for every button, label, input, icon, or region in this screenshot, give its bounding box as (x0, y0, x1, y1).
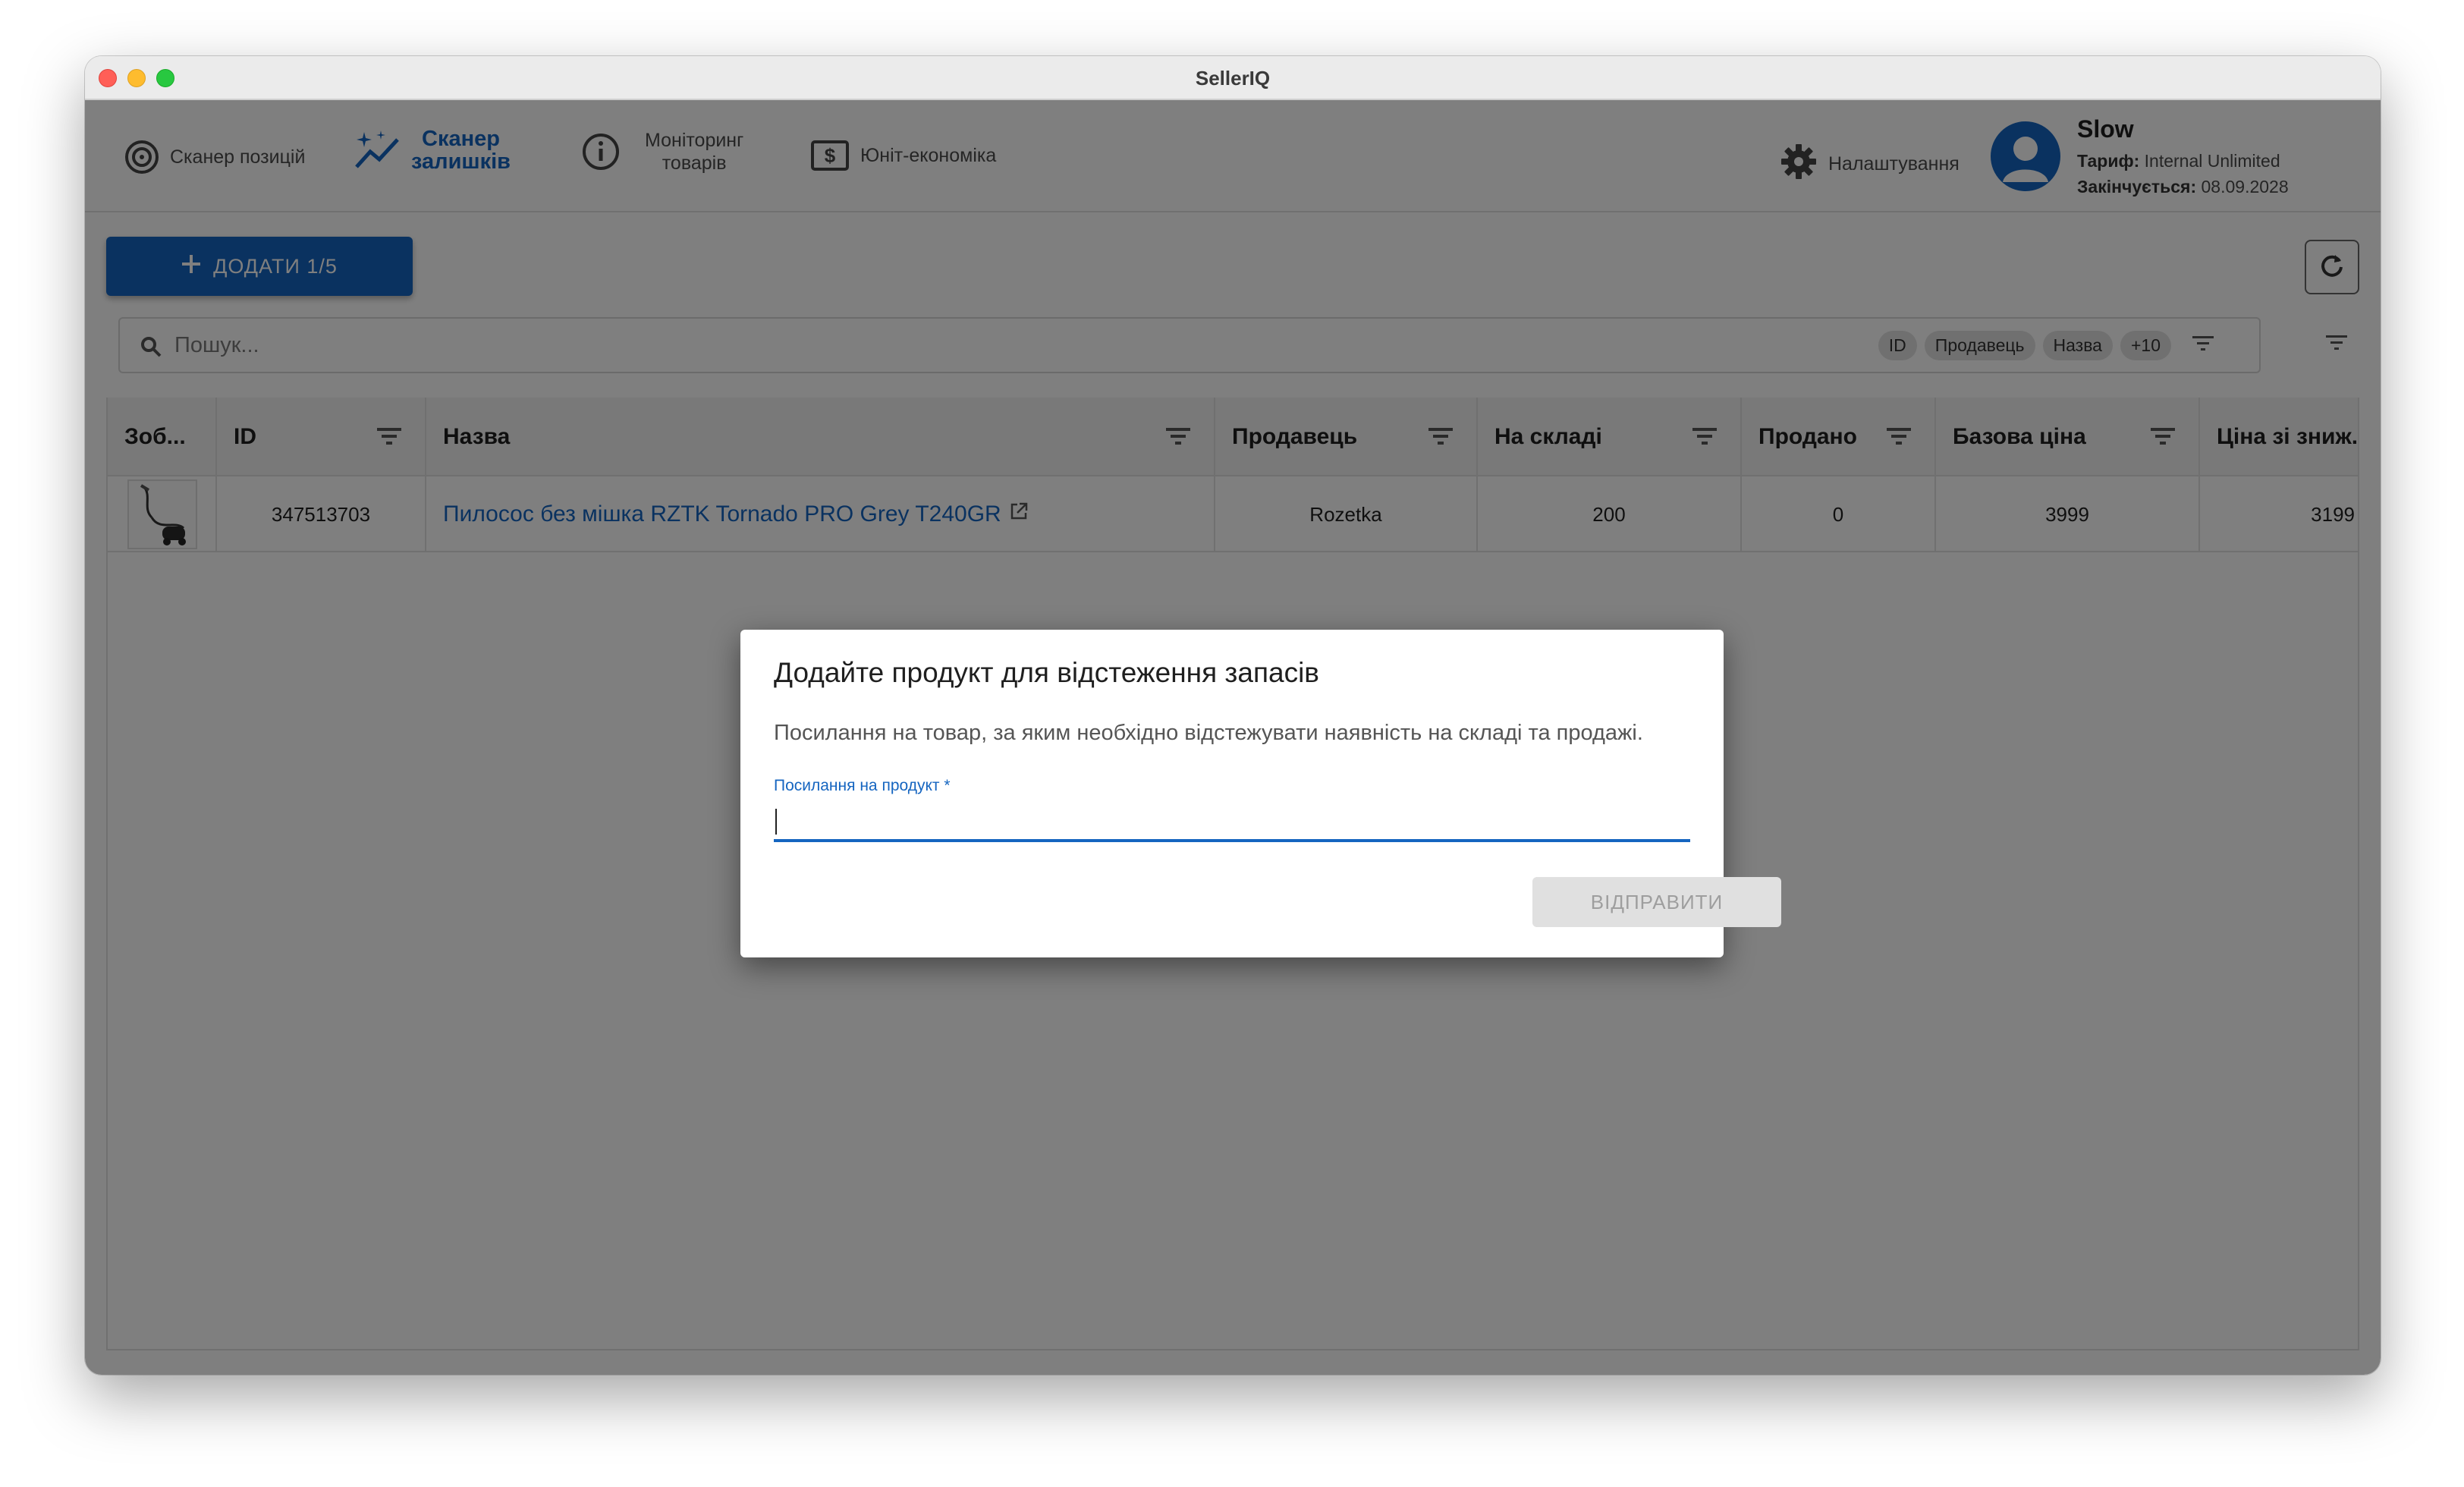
app-window: SellerIQ Сканер позицій Сканер залишків (85, 56, 2381, 1375)
add-product-dialog: Додайте продукт для відстеження запасів … (740, 630, 1781, 957)
window-title: SellerIQ (1195, 67, 1271, 90)
dialog-title: Додайте продукт для відстеження запасів (774, 657, 1319, 688)
title-bar: SellerIQ (85, 56, 2381, 100)
submit-button[interactable]: ВІДПРАВИТИ (1532, 877, 1781, 927)
product-url-label: Посилання на продукт * (774, 777, 951, 794)
dialog-description: Посилання на товар, за яким необхідно ві… (774, 721, 1643, 745)
app-content: Сканер позицій Сканер залишків Моніторин… (85, 100, 2381, 1375)
text-caret (775, 809, 777, 835)
product-url-input[interactable] (774, 801, 1690, 842)
